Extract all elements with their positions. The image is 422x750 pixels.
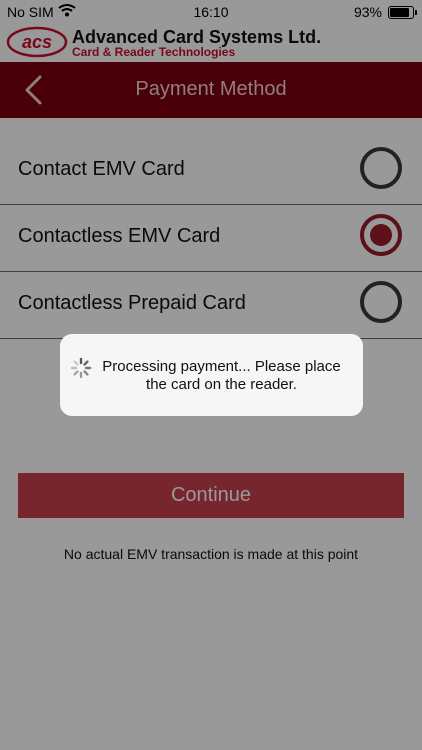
spinner-icon <box>70 357 92 379</box>
processing-dialog: Processing payment... Please place the c… <box>60 334 363 416</box>
processing-message: Processing payment... Please place the c… <box>102 358 341 393</box>
